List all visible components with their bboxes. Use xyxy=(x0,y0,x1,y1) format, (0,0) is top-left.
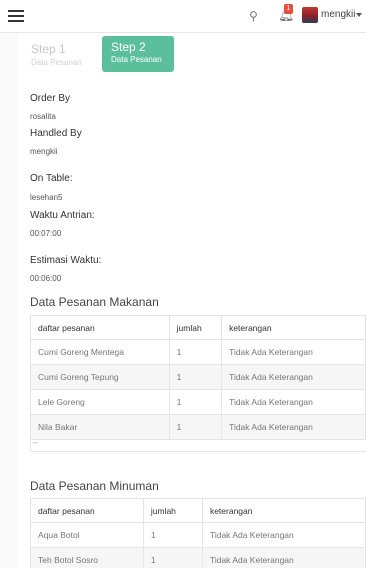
drink-order-table: daftar pesanan jumlah keterangan Aqua Bo… xyxy=(30,498,366,568)
order-by-label: Order By xyxy=(30,93,71,104)
cell-qty: 1 xyxy=(168,364,223,390)
food-table-footer-mark: – xyxy=(33,438,38,447)
estimate-time-label: Estimasi Waktu: xyxy=(30,255,102,266)
step-1-subtitle: Data Pesanan xyxy=(31,58,82,67)
col-header-note: keterangan xyxy=(221,315,366,340)
top-navbar: ⚲ 🔔︎ 1 mengkii xyxy=(0,0,366,33)
cell-item: Lele Goreng xyxy=(30,389,170,415)
col-header-qty: jumlah xyxy=(168,315,223,340)
table-label: On Table: xyxy=(30,173,73,184)
cell-qty: 1 xyxy=(142,522,203,548)
cell-note: Tidak Ada Keterangan xyxy=(221,339,366,365)
lightbulb-icon[interactable]: ⚲ xyxy=(249,9,258,23)
table-row: Lele Goreng 1 Tidak Ada Keterangan xyxy=(30,389,366,415)
table-row: Cumi Goreng Mentega 1 Tidak Ada Keterang… xyxy=(30,339,366,365)
food-section-title: Data Pesanan Makanan xyxy=(30,295,159,309)
col-header-qty: jumlah xyxy=(142,498,203,523)
hamburger-icon[interactable] xyxy=(8,7,24,23)
col-header-note: keterangan xyxy=(201,498,366,523)
table-row: Aqua Botol 1 Tidak Ada Keterangan xyxy=(30,522,366,548)
cell-item: Teh Botol Sosro xyxy=(30,547,144,568)
step-2-title: Step 2 xyxy=(111,40,146,54)
table-header-row: daftar pesanan jumlah keterangan xyxy=(30,498,366,523)
cell-item: Cumi Goreng Tepung xyxy=(30,364,170,390)
estimate-time-value: 00:06:00 xyxy=(30,274,62,283)
queue-time-value: 00:07:00 xyxy=(30,229,62,238)
caret-down-icon[interactable] xyxy=(356,13,362,17)
cell-qty: 1 xyxy=(142,547,203,568)
table-header-row: daftar pesanan jumlah keterangan xyxy=(30,315,366,340)
table-row: Cumi Goreng Tepung 1 Tidak Ada Keteranga… xyxy=(30,364,366,390)
cell-note: Tidak Ada Keterangan xyxy=(221,414,366,440)
cell-note: Tidak Ada Keterangan xyxy=(201,522,366,548)
step-1-title: Step 1 xyxy=(31,42,66,56)
notification-badge: 1 xyxy=(284,4,293,14)
cell-qty: 1 xyxy=(168,389,223,415)
cell-item: Nila Bakar xyxy=(30,414,170,440)
drink-section-title: Data Pesanan Minuman xyxy=(30,479,159,493)
cell-item: Cumi Goreng Mentega xyxy=(30,339,170,365)
col-header-item: daftar pesanan xyxy=(30,315,170,340)
avatar[interactable] xyxy=(302,7,318,23)
cell-note: Tidak Ada Keterangan xyxy=(221,389,366,415)
handled-by-value: mengkii xyxy=(30,147,58,156)
cell-qty: 1 xyxy=(168,414,223,440)
username-label[interactable]: mengkii xyxy=(321,9,355,20)
step-2-tab[interactable]: Step 2 Data Pesanan xyxy=(102,36,174,72)
order-by-value: rosalita xyxy=(30,112,56,121)
cell-note: Tidak Ada Keterangan xyxy=(201,547,366,568)
food-table-footer xyxy=(30,439,366,452)
table-value: lesehan5 xyxy=(30,193,63,202)
step-2-subtitle: Data Pesanan xyxy=(111,55,162,64)
cell-qty: 1 xyxy=(168,339,223,365)
cell-note: Tidak Ada Keterangan xyxy=(221,364,366,390)
col-header-item: daftar pesanan xyxy=(30,498,144,523)
table-row: Nila Bakar 1 Tidak Ada Keterangan xyxy=(30,414,366,440)
food-order-table: daftar pesanan jumlah keterangan Cumi Go… xyxy=(30,315,366,440)
step-1-tab[interactable]: Step 1 Data Pesanan xyxy=(31,42,82,67)
handled-by-label: Handled By xyxy=(30,128,82,139)
table-row: Teh Botol Sosro 1 Tidak Ada Keterangan xyxy=(30,547,366,568)
order-detail-panel: Step 1 Data Pesanan Step 2 Data Pesanan … xyxy=(17,33,366,568)
queue-time-label: Waktu Antrian: xyxy=(30,210,95,221)
sidebar-strip xyxy=(0,33,17,568)
cell-item: Aqua Botol xyxy=(30,522,144,548)
